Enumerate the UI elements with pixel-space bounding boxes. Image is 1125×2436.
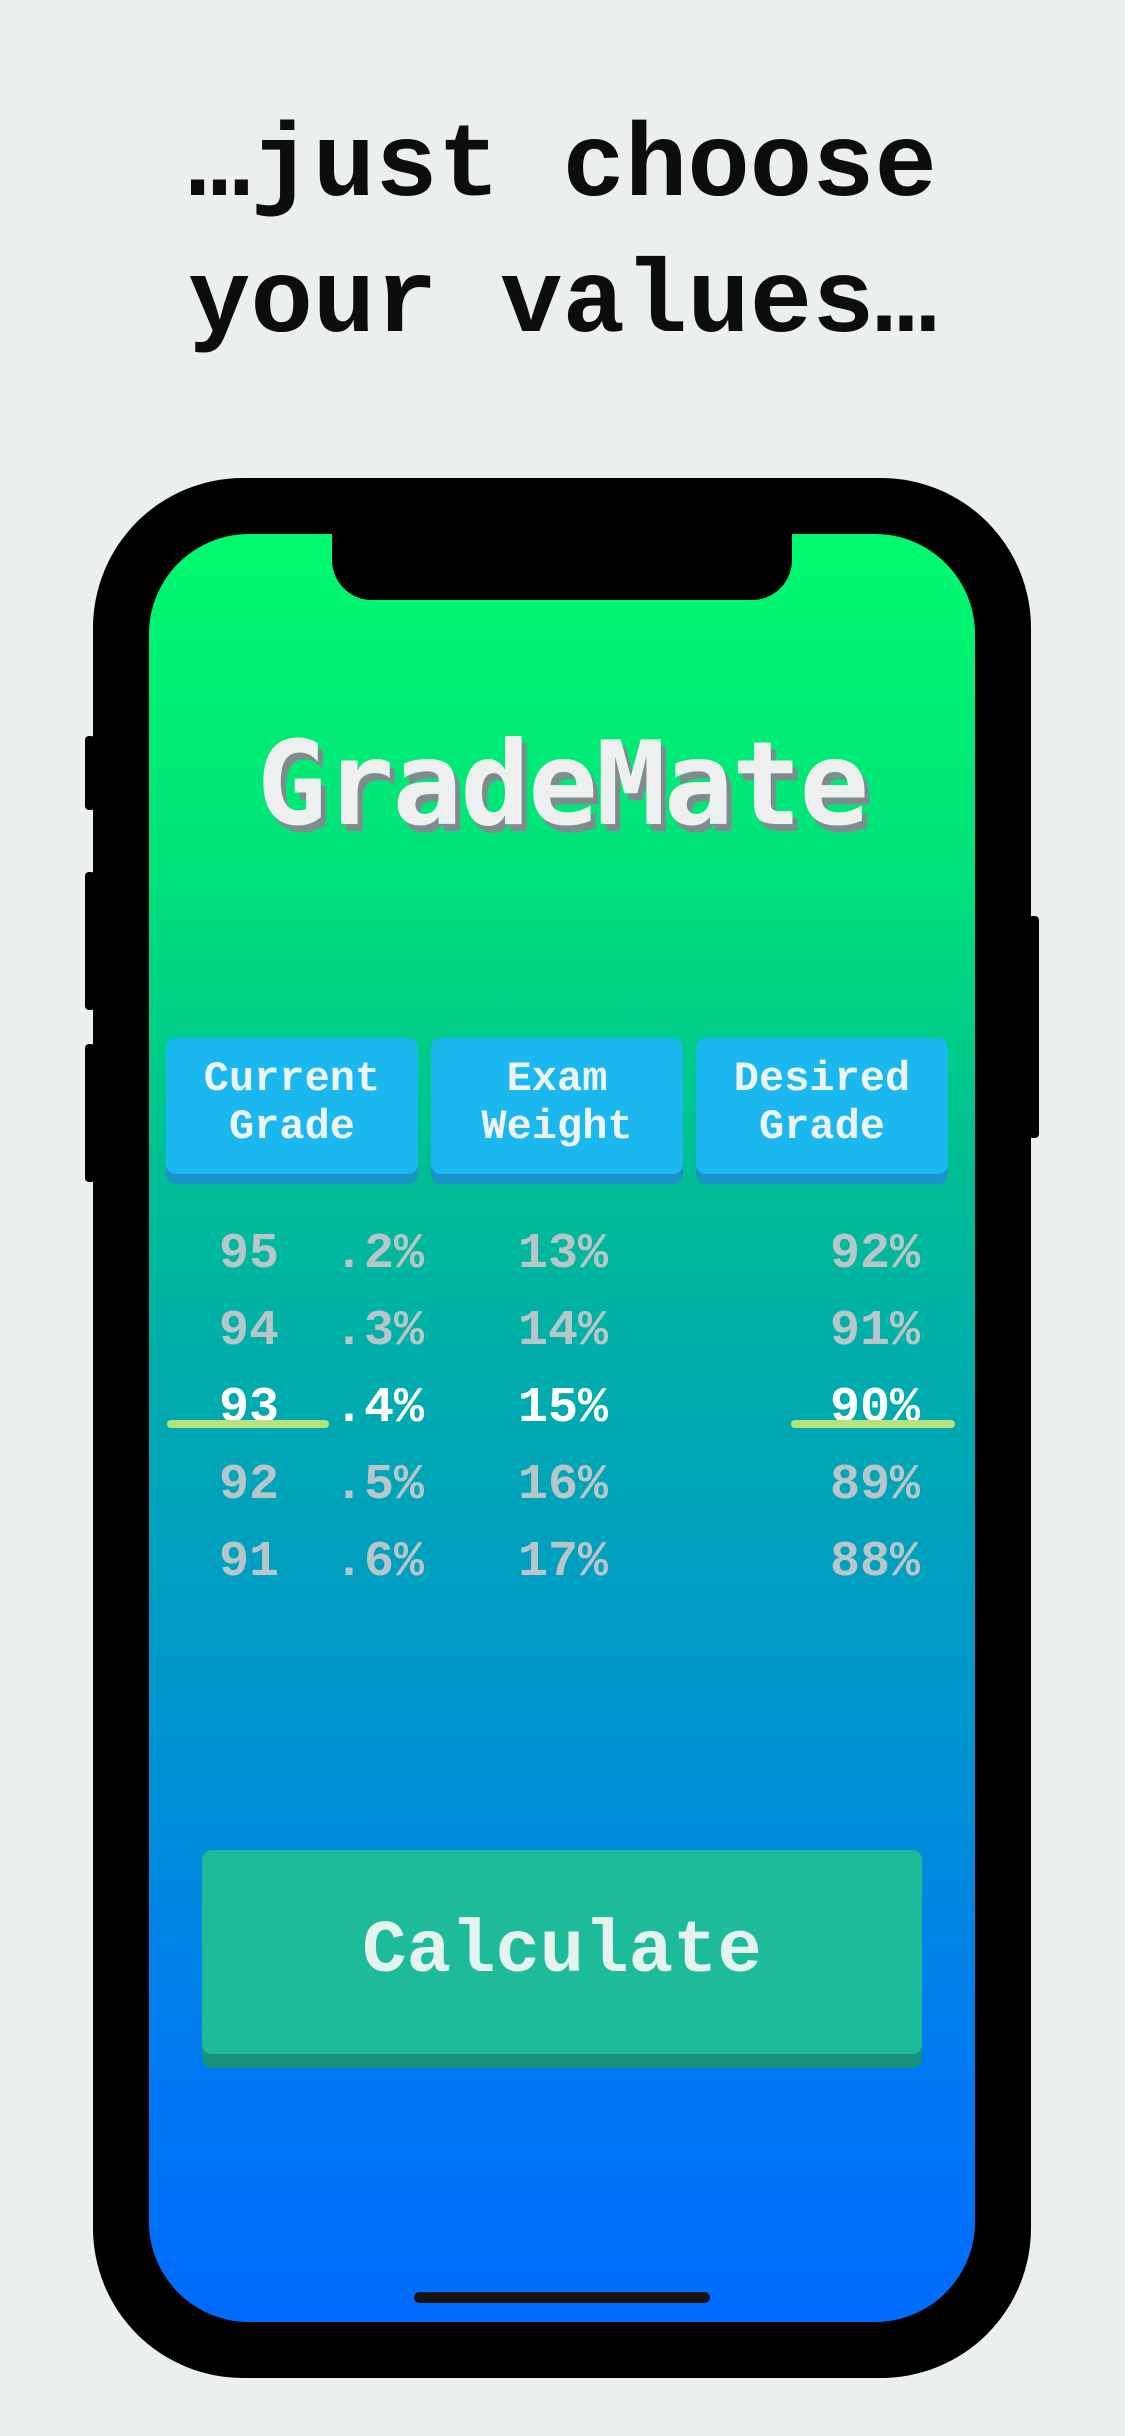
- exam-weight-picker[interactable]: 13% 14% 15% 16% 17%: [501, 1216, 625, 1601]
- app-title: GradeMate: [256, 717, 870, 852]
- picker-row[interactable]: 16%: [501, 1447, 625, 1524]
- picker-row[interactable]: 17%: [501, 1524, 625, 1601]
- volume-up-button: [85, 872, 95, 1010]
- picker-row[interactable]: 92: [197, 1447, 301, 1524]
- headline-line-2: your values…: [188, 245, 937, 363]
- picker-row[interactable]: 88%: [813, 1524, 937, 1601]
- exam-weight-label-line-1: Exam: [506, 1055, 608, 1103]
- current-grade-button[interactable]: Current Grade: [166, 1038, 418, 1174]
- screenshot-page: …just choose your values… GradeMate Curr…: [0, 0, 1125, 2436]
- picker-row[interactable]: 95: [197, 1216, 301, 1293]
- picker-row-selected[interactable]: 90%: [813, 1370, 937, 1447]
- picker-row[interactable]: .6%: [323, 1524, 435, 1601]
- phone-frame: GradeMate Current Grade Exam Weight Desi…: [85, 478, 1039, 2378]
- exam-weight-button[interactable]: Exam Weight: [431, 1038, 683, 1174]
- picker-row[interactable]: .3%: [323, 1293, 435, 1370]
- exam-weight-label-line-2: Weight: [481, 1103, 633, 1151]
- home-indicator[interactable]: [414, 2292, 710, 2303]
- headline: …just choose your values…: [0, 100, 1125, 372]
- picker-row-selected[interactable]: 93: [197, 1370, 301, 1447]
- current-grade-label-line-2: Grade: [228, 1103, 356, 1151]
- desired-grade-label-line-1: Desired: [733, 1055, 911, 1103]
- picker-row[interactable]: 92%: [813, 1216, 937, 1293]
- desired-grade-selection-underline: [791, 1420, 955, 1428]
- current-grade-selection-underline: [167, 1420, 329, 1428]
- picker-row[interactable]: 13%: [501, 1216, 625, 1293]
- picker-row[interactable]: 91: [197, 1524, 301, 1601]
- picker-row-selected[interactable]: .4%: [323, 1370, 435, 1447]
- volume-down-button: [85, 1044, 95, 1182]
- current-grade-decimal-picker[interactable]: .2% .3% .4% .5% .6%: [323, 1216, 435, 1601]
- picker-row-selected[interactable]: 15%: [501, 1370, 625, 1447]
- picker-row[interactable]: 94: [197, 1293, 301, 1370]
- current-grade-label-line-1: Current: [203, 1055, 381, 1103]
- calculate-button[interactable]: Calculate: [202, 1850, 922, 2054]
- power-button: [1029, 916, 1039, 1138]
- picker-row[interactable]: 14%: [501, 1293, 625, 1370]
- picker-row[interactable]: .5%: [323, 1447, 435, 1524]
- picker-row[interactable]: 91%: [813, 1293, 937, 1370]
- notch: [332, 534, 792, 600]
- current-grade-whole-picker[interactable]: 95 94 93 92 91: [197, 1216, 301, 1601]
- picker-row[interactable]: .2%: [323, 1216, 435, 1293]
- picker-row[interactable]: 89%: [813, 1447, 937, 1524]
- app-screen: GradeMate Current Grade Exam Weight Desi…: [149, 534, 975, 2322]
- desired-grade-label-line-2: Grade: [758, 1103, 886, 1151]
- desired-grade-picker[interactable]: 92% 91% 90% 89% 88%: [813, 1216, 937, 1601]
- headline-line-1: …just choose: [188, 109, 937, 227]
- mute-switch: [85, 736, 95, 810]
- desired-grade-button[interactable]: Desired Grade: [696, 1038, 948, 1174]
